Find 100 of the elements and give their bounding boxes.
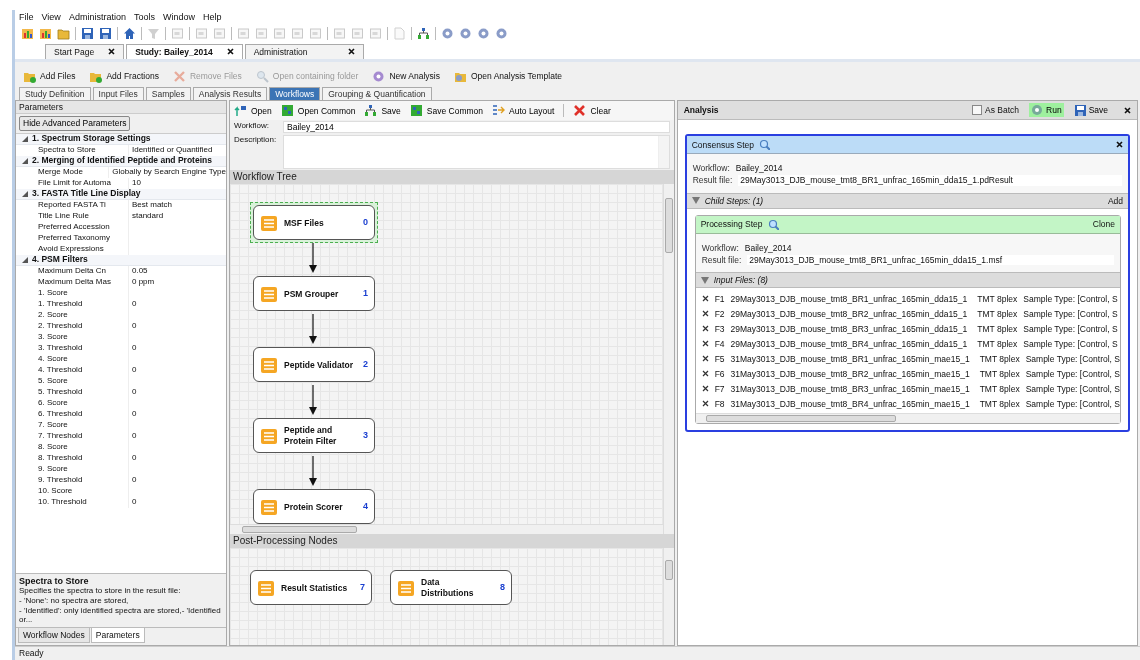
parameter-value[interactable]: 0 xyxy=(129,298,137,310)
collapse-triangle-icon[interactable] xyxy=(691,197,700,205)
remove-icon[interactable] xyxy=(701,295,709,303)
toolbar-button[interactable]: Save Common xyxy=(409,104,484,118)
tab[interactable]: Samples xyxy=(145,87,191,101)
tab[interactable]: Study Definition xyxy=(19,87,91,101)
parameter-value[interactable]: 0 xyxy=(129,452,137,464)
group-header[interactable]: 1. Spectrum Storage Settings xyxy=(16,133,226,145)
add-link[interactable]: Add xyxy=(1107,195,1123,206)
workflow-node[interactable]: Peptide and Protein Filter 3 xyxy=(253,418,375,454)
node-label: Peptide Validator xyxy=(284,359,354,370)
parameter-value[interactable]: 0 xyxy=(129,474,137,486)
workflow-node[interactable]: MSF Files 0 xyxy=(253,205,375,241)
remove-icon[interactable] xyxy=(701,400,709,408)
remove-icon[interactable] xyxy=(701,385,709,393)
result-file: 29May3013_DJB_mouse_tmt8_BR1_unfrac_165min_dda15_1.pdResult xyxy=(738,175,1122,186)
home-icon[interactable] xyxy=(123,26,136,40)
parameter-value[interactable]: 0 ppm xyxy=(129,276,155,288)
collapse-triangle-icon[interactable] xyxy=(22,190,28,197)
hierarchy-icon[interactable] xyxy=(417,26,430,40)
hide-parameters-button[interactable]: Hide Advanced Parameters xyxy=(19,116,131,131)
close-icon[interactable] xyxy=(226,48,234,56)
document-tab[interactable]: Administration xyxy=(244,43,364,59)
parameter-value[interactable]: 0 xyxy=(129,408,137,420)
menu-item[interactable]: Tools xyxy=(133,12,155,23)
description-field[interactable] xyxy=(283,135,670,170)
menu-item[interactable]: View xyxy=(41,12,61,23)
workflow-node[interactable]: Data Distributions 8 xyxy=(390,570,512,606)
document-tab[interactable]: Study: Bailey_2014 xyxy=(126,43,243,59)
toolbar-button[interactable]: Clear xyxy=(573,104,611,118)
save-button[interactable]: Save xyxy=(1071,103,1110,118)
menu-item[interactable]: File xyxy=(19,12,34,23)
vertical-scrollbar[interactable] xyxy=(662,184,674,535)
save-icon[interactable] xyxy=(81,26,94,40)
workflow-node[interactable]: Protein Scorer 4 xyxy=(253,489,375,525)
search-icon[interactable] xyxy=(767,218,779,230)
parameter-value[interactable]: 0 xyxy=(129,496,137,508)
save-icon[interactable] xyxy=(99,26,112,40)
toolbar-button[interactable]: Auto Layout xyxy=(492,104,555,118)
sample-type: Sample Type: [Control, S xyxy=(1025,383,1120,394)
toolbar-button[interactable]: Open Common xyxy=(280,104,356,118)
tab[interactable]: Analysis Results xyxy=(192,87,268,101)
menu-item[interactable]: Window xyxy=(162,12,195,23)
as-batch-checkbox[interactable]: As Batch xyxy=(970,104,1022,117)
toolbar-button[interactable]: Add Files xyxy=(23,70,76,83)
parameter-value[interactable]: Globally by Search Engine Type xyxy=(109,166,226,178)
parameter-value[interactable]: standard xyxy=(129,210,164,222)
folder-icon[interactable] xyxy=(57,26,70,40)
parameter-value[interactable]: 0 xyxy=(129,430,137,442)
menu-item[interactable]: Administration xyxy=(68,12,126,23)
tab[interactable]: Workflow Nodes xyxy=(18,627,90,643)
remove-icon[interactable] xyxy=(701,325,709,333)
close-icon[interactable] xyxy=(1116,141,1123,149)
group-header[interactable]: 2. Merging of Identified Peptide and Proteins xyxy=(16,155,226,167)
close-icon[interactable] xyxy=(1124,106,1131,114)
horizontal-scrollbar[interactable] xyxy=(695,413,1120,424)
parameter-value[interactable]: 0 xyxy=(129,342,137,354)
collapse-triangle-icon[interactable] xyxy=(22,157,28,164)
chart-icon[interactable] xyxy=(39,26,52,40)
toolbar-button[interactable]: Save xyxy=(364,104,401,118)
group-header[interactable]: 4. PSM Filters xyxy=(16,254,226,266)
menu-item[interactable]: Help xyxy=(202,12,222,23)
collapse-triangle-icon[interactable] xyxy=(700,276,709,284)
chart-icon[interactable] xyxy=(21,26,34,40)
group-header[interactable]: 3. FASTA Title Line Display xyxy=(16,188,226,200)
workflow-node[interactable]: Peptide Validator 2 xyxy=(253,347,375,383)
run-button[interactable]: Run xyxy=(1029,103,1064,118)
tab[interactable]: Workflows xyxy=(269,87,321,101)
clone-link[interactable]: Clone xyxy=(1092,219,1115,230)
remove-icon[interactable] xyxy=(701,370,709,378)
tab[interactable]: Parameters xyxy=(90,627,145,643)
toolbar-button[interactable]: Add Fractions xyxy=(89,70,159,83)
workflow-node[interactable]: PSM Grouper 1 xyxy=(253,276,375,312)
parameter-value[interactable]: 0 xyxy=(129,364,137,376)
parameter-value[interactable]: 0 xyxy=(129,386,137,398)
collapse-triangle-icon[interactable] xyxy=(22,256,28,263)
workflow-node[interactable]: Result Statistics 7 xyxy=(250,570,372,606)
parameter-value[interactable]: Best match xyxy=(129,199,172,211)
workflow-name-field[interactable]: Bailey_2014 xyxy=(283,121,670,134)
tab[interactable]: Input Files xyxy=(92,87,144,101)
parameter-value[interactable]: 10 xyxy=(129,177,141,189)
tab[interactable]: Grouping & Quantification xyxy=(322,87,432,101)
remove-icon[interactable] xyxy=(701,310,709,318)
toolbar-button[interactable]: Open Analysis Template xyxy=(453,70,562,83)
toolbar-button[interactable]: New Analysis xyxy=(372,70,440,83)
document-tab[interactable]: Start Page xyxy=(45,43,125,59)
parameter-value[interactable]: Identified or Quantified xyxy=(129,144,213,156)
collapse-triangle-icon[interactable] xyxy=(22,135,28,142)
close-icon[interactable] xyxy=(347,48,355,56)
remove-icon[interactable] xyxy=(701,355,709,363)
file-name: 31May3013_DJB_mouse_tmt8_BR1_unfrac_165min_mae15_1 xyxy=(730,353,970,364)
close-icon[interactable] xyxy=(108,48,116,56)
horizontal-scrollbar[interactable] xyxy=(230,524,663,535)
toolbar-button[interactable]: Open xyxy=(234,104,272,118)
remove-icon[interactable] xyxy=(701,340,709,348)
search-icon[interactable] xyxy=(759,139,770,151)
vertical-scrollbar[interactable] xyxy=(662,548,674,645)
group-bar[interactable]: Input Files: (8) xyxy=(695,272,1120,289)
parameter-value[interactable]: 0 xyxy=(129,320,137,332)
parameter-value[interactable]: 0.05 xyxy=(129,265,148,277)
